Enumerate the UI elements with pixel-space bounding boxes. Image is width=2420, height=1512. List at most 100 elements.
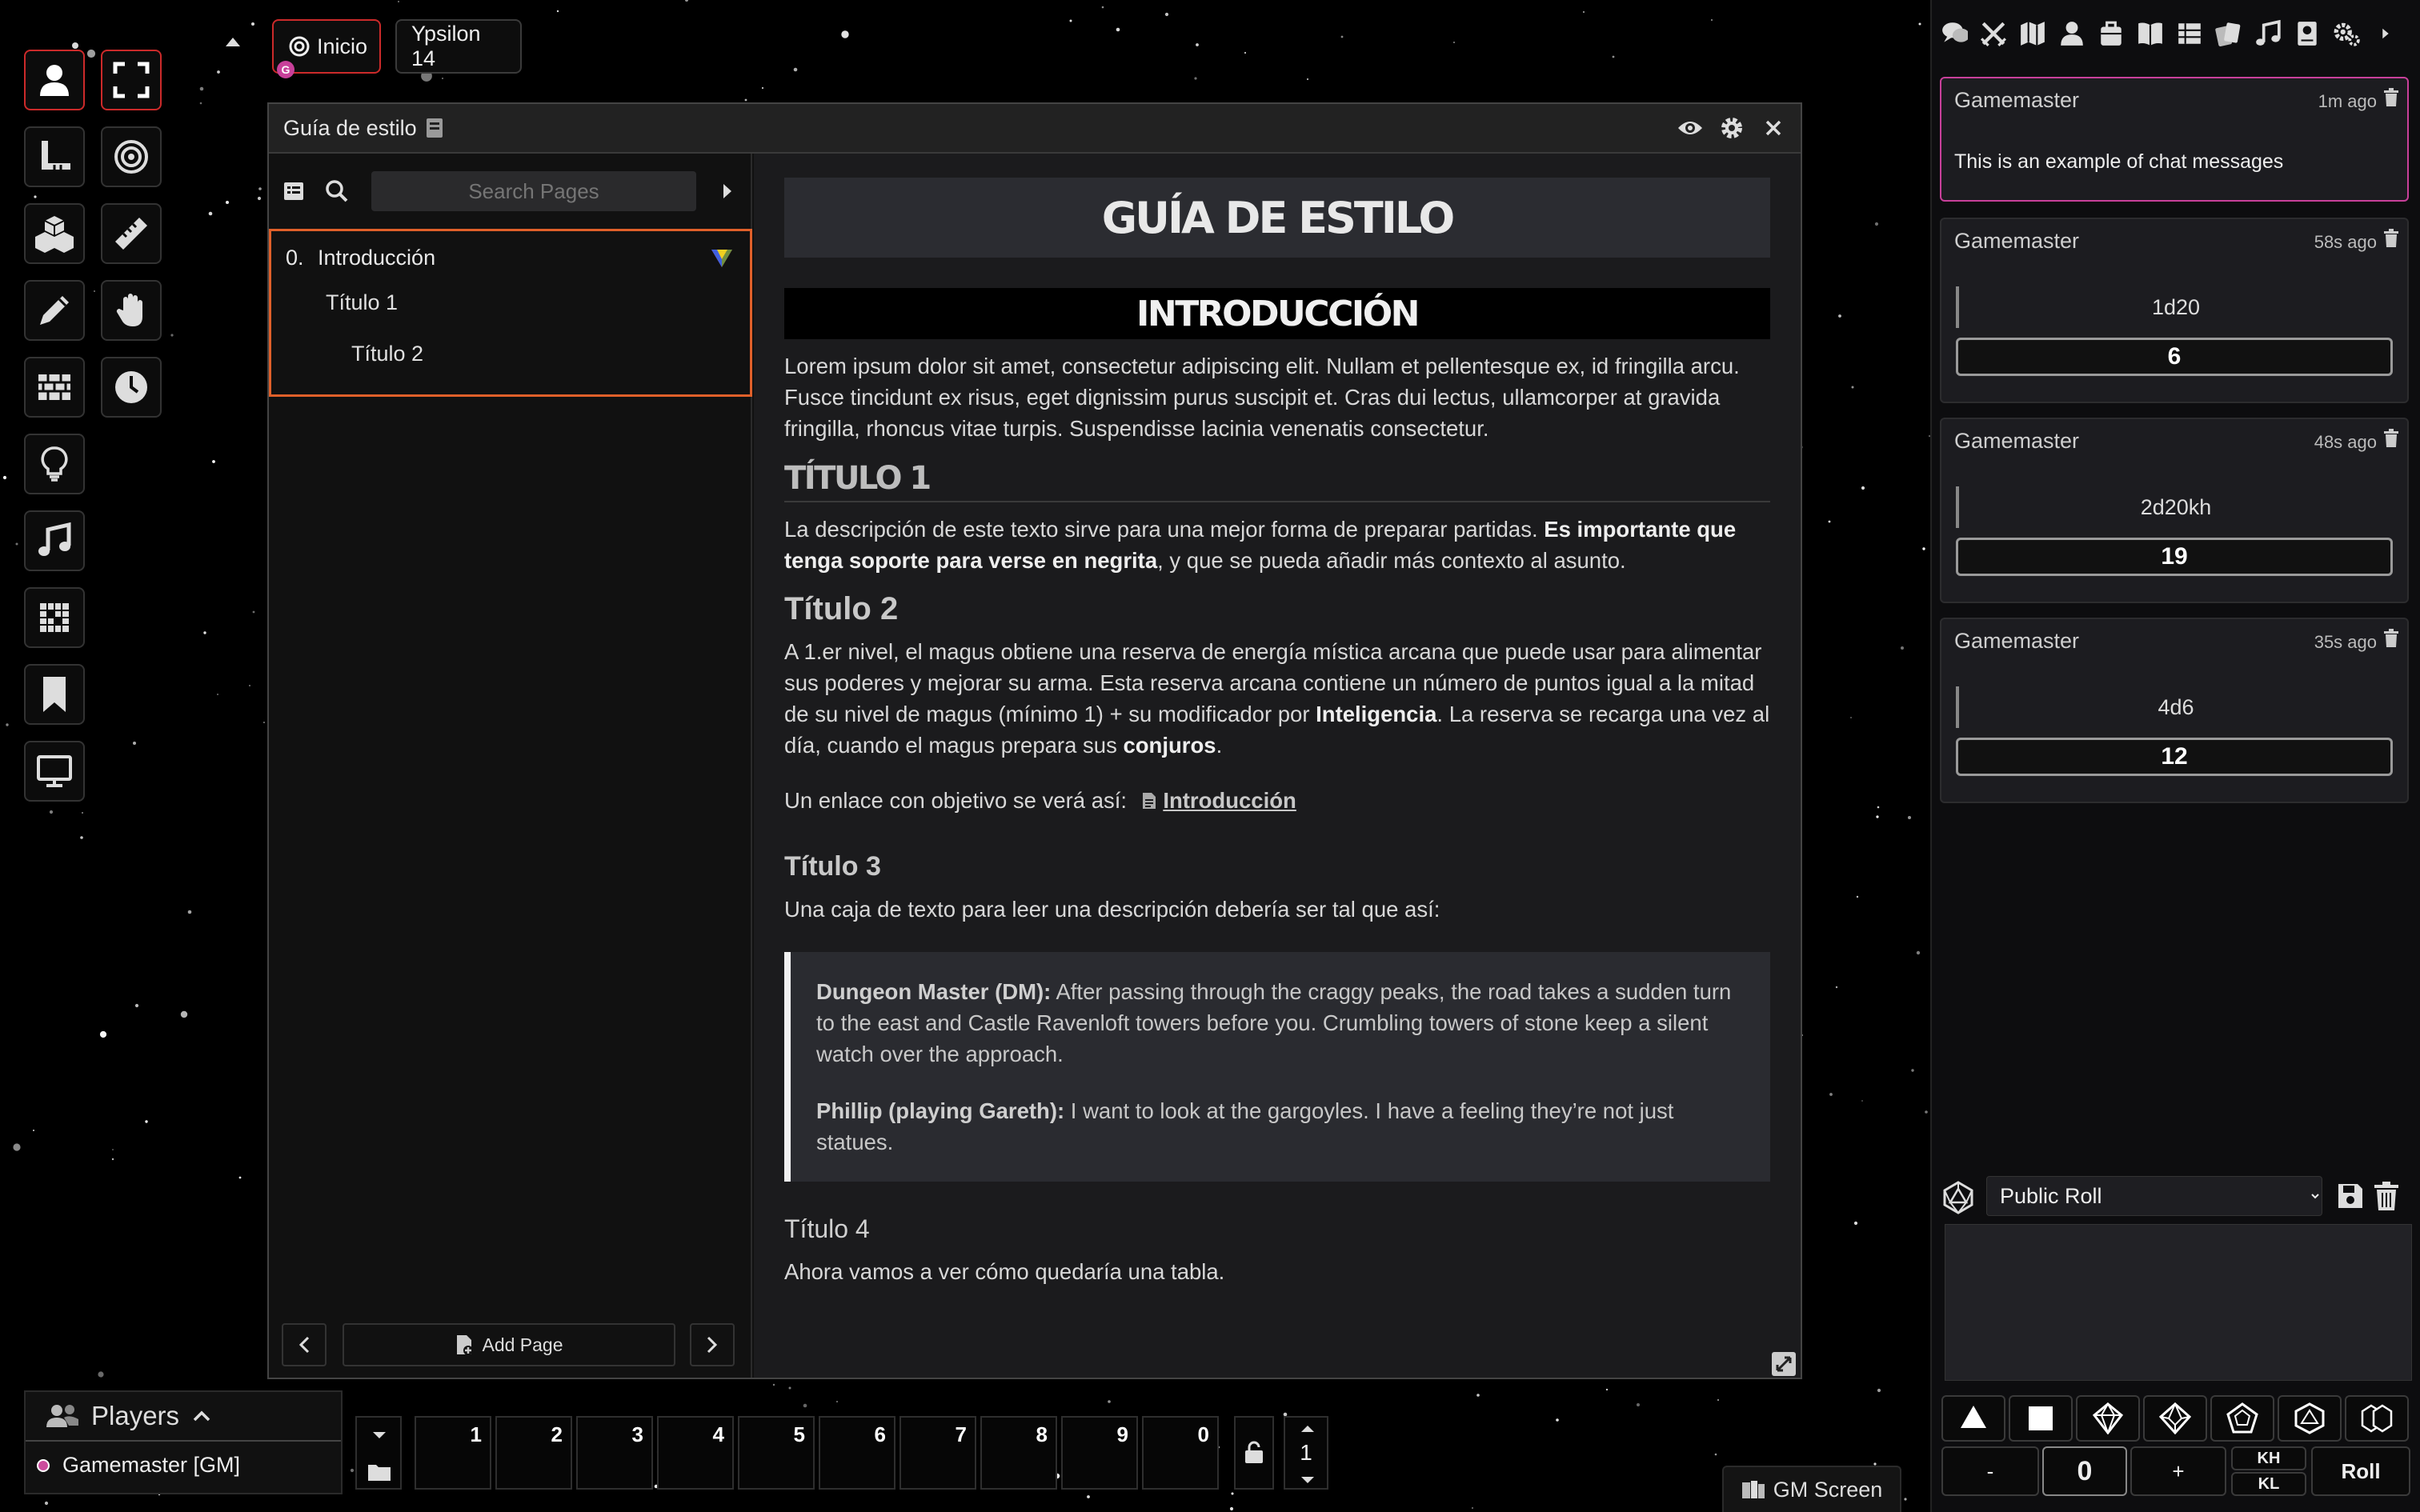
page-item-titulo-1[interactable]: Título 1 (326, 290, 398, 315)
hand-tool[interactable] (101, 280, 162, 341)
ownership-icon (710, 246, 734, 269)
lightbulb-tool[interactable] (24, 434, 85, 494)
screen-tool[interactable] (24, 741, 85, 802)
chat-icon[interactable] (1938, 18, 1970, 50)
search-icon[interactable] (325, 179, 349, 203)
page-item-titulo-2[interactable]: Título 2 (351, 342, 423, 366)
page-up-icon[interactable] (1300, 1424, 1316, 1434)
message-author: Gamemaster (1954, 629, 2080, 653)
macro-slot[interactable]: 4 (657, 1416, 734, 1490)
macro-slot[interactable]: 1 (415, 1416, 491, 1490)
macro-slot[interactable]: 6 (819, 1416, 895, 1490)
d100-button[interactable] (2345, 1395, 2409, 1442)
add-page-button[interactable]: Add Page (343, 1323, 675, 1366)
token-tool[interactable] (24, 50, 85, 110)
previous-page-button[interactable] (282, 1323, 327, 1366)
music-icon (35, 522, 74, 560)
d8-button[interactable] (2076, 1395, 2140, 1442)
compendium-icon[interactable] (2291, 18, 2323, 50)
macro-slot[interactable]: 7 (899, 1416, 976, 1490)
macro-slot[interactable]: 3 (576, 1416, 653, 1490)
page-down-icon[interactable] (1300, 1475, 1316, 1485)
ruler-tool[interactable] (101, 203, 162, 264)
target-tool[interactable] (101, 126, 162, 187)
next-page-button[interactable] (690, 1323, 735, 1366)
playlists-icon[interactable] (2252, 18, 2284, 50)
cubes-icon (35, 214, 74, 253)
d10-button[interactable] (2143, 1395, 2207, 1442)
clock-tool[interactable] (101, 357, 162, 418)
collapse-nav-icon[interactable] (224, 35, 242, 48)
roll-button[interactable]: Roll (2311, 1446, 2410, 1496)
show-players-icon[interactable] (1674, 112, 1706, 144)
d6-button[interactable] (2009, 1395, 2073, 1442)
roll-formula[interactable]: 4d6 (1956, 686, 2393, 728)
actors-icon[interactable] (2056, 18, 2088, 50)
map-icon[interactable] (2017, 18, 2049, 50)
d12-button[interactable] (2210, 1395, 2274, 1442)
roll-total[interactable]: 6 (1956, 338, 2393, 376)
collapse-sidebar-icon[interactable] (722, 182, 733, 200)
players-header[interactable]: Players (26, 1392, 341, 1442)
journal-icon[interactable] (2134, 18, 2166, 50)
settings-icon[interactable] (2330, 18, 2362, 50)
fullscreen-tool[interactable] (101, 50, 162, 110)
keep-highest-button[interactable]: KH (2231, 1446, 2306, 1470)
pencil-tool[interactable] (24, 280, 85, 341)
d20-icon (1941, 1181, 1975, 1214)
macro-slot[interactable]: 2 (495, 1416, 572, 1490)
player-item[interactable]: Gamemaster [GM] (37, 1453, 240, 1478)
trash-icon[interactable] (2383, 429, 2399, 448)
chat-message-input[interactable] (1945, 1224, 2412, 1381)
search-pages-input[interactable] (371, 171, 696, 211)
macro-slot[interactable]: 8 (980, 1416, 1057, 1490)
lock-icon[interactable] (1234, 1416, 1274, 1490)
journal-page-content: GUÍA DE ESTILO INTRODUCCIÓN Lorem ipsum … (754, 154, 1801, 1378)
save-icon[interactable] (2337, 1182, 2364, 1210)
resize-handle-icon[interactable] (1772, 1352, 1796, 1376)
scene-tab-ypsilon[interactable]: Ypsilon 14 (395, 19, 522, 74)
content-link[interactable]: Introducción (1141, 788, 1296, 813)
page-item-introduccion[interactable]: 0. Introducción (286, 238, 734, 278)
roll-formula[interactable]: 2d20kh (1956, 486, 2393, 528)
items-icon[interactable] (2095, 18, 2127, 50)
chat-message: Gamemaster 1m ago This is an example of … (1940, 77, 2409, 202)
d20-button[interactable] (2278, 1395, 2342, 1442)
music-tool[interactable] (24, 510, 85, 571)
roll-formula[interactable]: 1d20 (1956, 286, 2393, 328)
gm-screen-button[interactable]: GM Screen (1722, 1466, 1901, 1512)
trash-icon[interactable] (2383, 229, 2399, 248)
trash-icon[interactable] (2383, 629, 2399, 648)
wall-tool[interactable] (24, 357, 85, 418)
bookmark-tool[interactable] (24, 664, 85, 725)
roll-mode-select[interactable]: Public Roll (1986, 1176, 2322, 1216)
cards-icon[interactable] (2213, 18, 2245, 50)
measure-icon (35, 138, 74, 176)
modifier-value-field[interactable]: 0 (2042, 1446, 2127, 1496)
roll-total[interactable]: 12 (1956, 738, 2393, 776)
modifier-minus-button[interactable]: - (1941, 1446, 2039, 1496)
tables-icon[interactable] (2174, 18, 2206, 50)
tiles-tool[interactable] (24, 587, 85, 648)
measure-tool[interactable] (24, 126, 85, 187)
combat-icon[interactable] (1977, 18, 2009, 50)
modifier-plus-button[interactable]: + (2130, 1446, 2226, 1496)
collapse-icon[interactable] (2370, 18, 2402, 50)
close-icon[interactable] (1757, 112, 1789, 144)
gear-icon[interactable] (1716, 112, 1748, 144)
scene-tab-inicio[interactable]: Inicio G (272, 19, 381, 78)
keep-lowest-button[interactable]: KL (2231, 1472, 2306, 1496)
d6-icon (2025, 1402, 2057, 1434)
d4-button[interactable] (1941, 1395, 2005, 1442)
trash-icon[interactable] (2383, 88, 2399, 107)
clear-chat-icon[interactable] (2374, 1181, 2399, 1211)
folder-icon[interactable] (367, 1462, 391, 1482)
journal-header[interactable]: Guía de estilo (269, 104, 1801, 154)
roll-total[interactable]: 19 (1956, 538, 2393, 576)
hotbar-page-down-icon[interactable] (371, 1430, 387, 1440)
macro-slot[interactable]: 9 (1061, 1416, 1138, 1490)
macro-slot[interactable]: 0 (1142, 1416, 1219, 1490)
cubes-tool[interactable] (24, 203, 85, 264)
toc-toggle-icon[interactable] (282, 179, 306, 203)
macro-slot[interactable]: 5 (738, 1416, 815, 1490)
